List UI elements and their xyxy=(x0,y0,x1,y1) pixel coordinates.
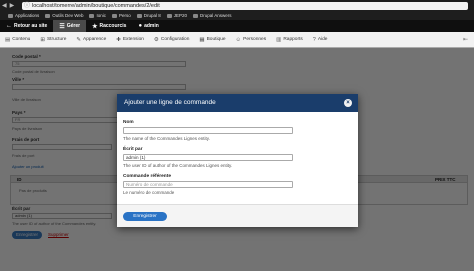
browser-chrome: ◀▶ ⓘ localhost/tomerre/admin/boutique/co… xyxy=(0,0,474,20)
user-icon: ● xyxy=(138,23,143,29)
ecrit-desc: The user ID of author of the Commandes L… xyxy=(123,163,233,168)
dialog-title: Ajouter une ligne de commande xyxy=(124,99,216,106)
tray-collapse-icon[interactable]: ⇤ xyxy=(463,36,474,43)
tray-item-configuration[interactable]: ⚙ Configuration xyxy=(149,37,194,43)
toolbar-back-to-site[interactable]: ← Retour au site xyxy=(0,20,53,32)
bookmark-item[interactable]: Drupal 8 xyxy=(136,13,161,18)
arrow-left-icon: ← xyxy=(6,23,12,29)
nom-desc: The name of the Commandes Lignes entity. xyxy=(123,136,210,141)
nom-label: Nom xyxy=(123,120,134,125)
url-text: localhost/tomerre/admin/boutique/command… xyxy=(32,3,160,9)
tray-item-apparence[interactable]: ✎ Apparence xyxy=(71,37,111,43)
puzzle-icon: ✚ xyxy=(116,36,121,43)
commande-label: Commande référente xyxy=(123,174,171,179)
toolbar-user[interactable]: ● admin xyxy=(132,20,164,32)
grid-icon xyxy=(8,13,13,18)
bookmark-item[interactable]: Outils Dev Web xyxy=(45,13,83,18)
bookmark-item[interactable]: Ionic xyxy=(89,13,106,18)
add-order-line-dialog: Ajouter une ligne de commande × Nom The … xyxy=(117,94,358,227)
bookmarks-bar: Applications Outils Dev Web Ionic Perso … xyxy=(0,11,474,20)
bookmark-item[interactable]: Applications xyxy=(8,13,39,18)
tray-item-boutique[interactable]: ▦ Boutique xyxy=(194,37,230,43)
toolbar-manage[interactable]: ☰ Gérer xyxy=(53,20,87,32)
page-icon: ⓘ xyxy=(24,3,31,9)
close-icon[interactable]: × xyxy=(344,99,352,107)
folder-icon xyxy=(136,13,142,18)
bookmark-item[interactable]: Drupal Answers xyxy=(193,13,232,18)
help-icon: ? xyxy=(312,36,316,43)
admin-toolbar: ← Retour au site ☰ Gérer ★ Raccourcis ● admi… xyxy=(0,20,474,32)
star-icon: ★ xyxy=(92,23,98,30)
brush-icon: ✎ xyxy=(76,36,82,43)
ecrit-input[interactable] xyxy=(123,154,293,161)
menu-icon: ☰ xyxy=(59,23,65,30)
dialog-titlebar: Ajouter une ligne de commande × xyxy=(117,94,358,112)
tray-item-personnes[interactable]: ☺ Personnes xyxy=(231,37,272,43)
cart-icon: ▦ xyxy=(199,36,205,43)
commande-input[interactable] xyxy=(123,181,293,188)
tray-item-aide[interactable]: ? Aide xyxy=(308,37,333,43)
content-icon: ▤ xyxy=(5,36,11,43)
nom-input[interactable] xyxy=(123,127,293,134)
tray-item-extension[interactable]: ✚ Extension xyxy=(111,37,149,43)
toolbar-shortcuts[interactable]: ★ Raccourcis xyxy=(86,20,132,32)
structure-icon: ⊞ xyxy=(40,36,45,43)
address-bar[interactable]: ◀▶ ⓘ localhost/tomerre/admin/boutique/co… xyxy=(2,2,468,10)
tray-item-contenu[interactable]: ▤ Contenu xyxy=(0,37,35,43)
commande-desc: Le numéro de commande xyxy=(123,190,175,195)
folder-icon xyxy=(111,13,117,18)
bookmark-item[interactable]: JEP20 xyxy=(166,13,187,18)
folder-icon xyxy=(45,13,51,18)
chart-icon: ▥ xyxy=(276,36,282,43)
folder-icon xyxy=(89,13,95,18)
dialog-footer: Enregistrer xyxy=(117,204,358,227)
wrench-icon: ⚙ xyxy=(153,36,159,43)
drupal-icon xyxy=(193,13,199,18)
tray-item-structure[interactable]: ⊞ Structure xyxy=(35,37,71,43)
ecrit-label: Écrit par xyxy=(123,147,143,152)
people-icon: ☺ xyxy=(235,36,242,43)
bookmark-item[interactable]: Perso xyxy=(111,13,131,18)
admin-tray: ▤ Contenu ⊞ Structure ✎ Apparence ✚ Extensio… xyxy=(0,32,474,48)
submit-button[interactable]: Enregistrer xyxy=(123,212,167,221)
tray-item-rapports[interactable]: ▥ Rapports xyxy=(271,37,308,43)
folder-icon xyxy=(166,13,172,18)
nav-arrows-icon[interactable]: ◀▶ xyxy=(2,2,17,10)
